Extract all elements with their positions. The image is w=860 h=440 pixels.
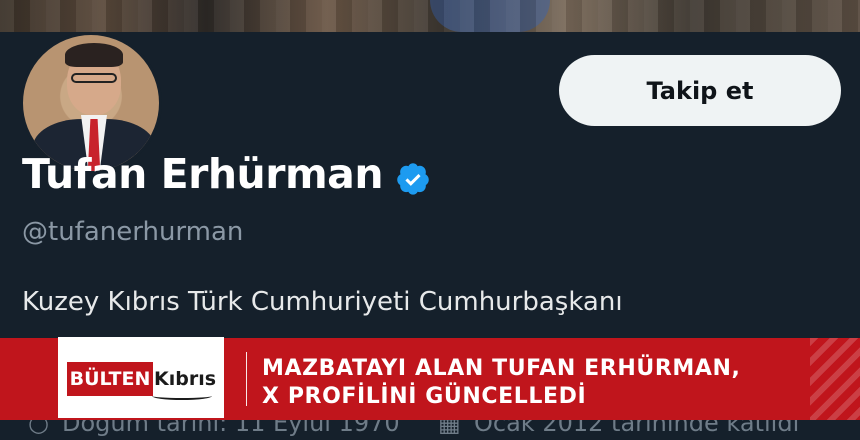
headline-line-2: X PROFİLİNİ GÜNCELLEDİ — [262, 384, 587, 409]
headline-line-1: MAZBATAYI ALAN TUFAN ERHÜRMAN, — [262, 356, 741, 381]
verified-badge-icon — [397, 163, 429, 195]
news-headline: MAZBATAYI ALAN TUFAN ERHÜRMAN, X PROFİLİ… — [262, 355, 740, 411]
logo-swoosh — [152, 392, 212, 400]
logo-part-kibris: Kıbrıs — [153, 368, 217, 390]
profile-banner[interactable] — [0, 0, 860, 32]
overlay-divider — [246, 352, 247, 406]
follow-button[interactable]: Takip et — [559, 55, 841, 126]
profile-handle[interactable]: @tufanerhurman — [22, 217, 243, 247]
logo-part-bulten: BÜLTEN — [67, 362, 153, 396]
profile-name: Tufan Erhürman — [22, 150, 384, 198]
profile-bio: Kuzey Kıbrıs Türk Cumhuriyeti Cumhurbaşk… — [22, 287, 623, 317]
